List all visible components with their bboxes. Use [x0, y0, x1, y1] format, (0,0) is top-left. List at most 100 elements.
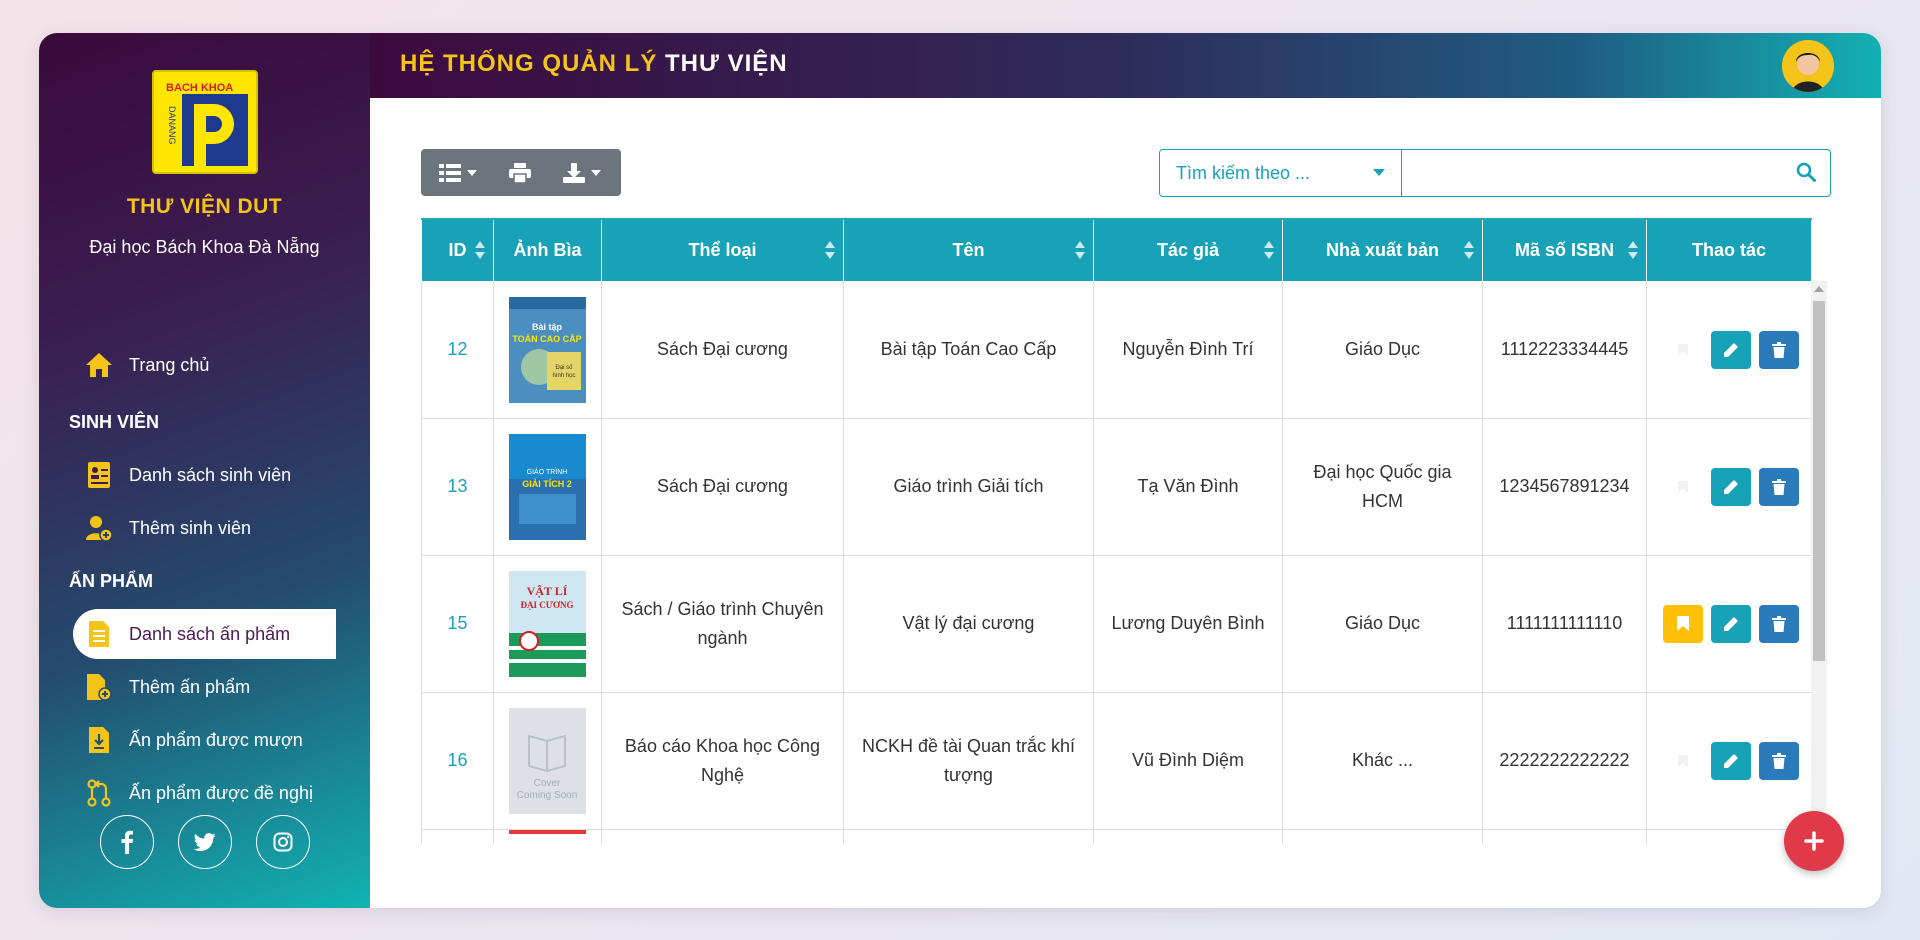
cell-cover: VẬT LÍ ĐẠI CƯƠNG [493, 554, 602, 693]
cell-isbn: 1111111111110 [1482, 554, 1647, 693]
instagram-icon [273, 832, 293, 852]
twitter-button[interactable] [178, 815, 232, 869]
scroll-thumb[interactable] [1813, 301, 1825, 661]
svg-text:hình học: hình học [552, 373, 575, 379]
col-header-name[interactable]: Tên [843, 218, 1094, 282]
nav-borrowed[interactable]: Ấn phẩm được mượn [73, 715, 336, 765]
book-cover-image[interactable]: Cover Coming Soon [509, 707, 586, 814]
cell-category [601, 828, 844, 844]
delete-button[interactable] [1759, 604, 1799, 643]
chevron-down-icon [591, 169, 601, 176]
search-select-label: Tìm kiếm theo ... [1176, 162, 1311, 183]
add-user-icon [85, 514, 113, 542]
caret-down-icon [1373, 169, 1385, 176]
bookmark-button[interactable] [1663, 468, 1703, 506]
table-header-row: ID Ảnh Bìa Thể loại Tên Tác giả Nhà xuất… [421, 218, 1812, 282]
nav-home[interactable]: Trang chủ [73, 340, 336, 390]
cell-publisher [1282, 828, 1483, 844]
book-cover-image[interactable]: Bài tập TOÁN CAO CẤP Đại số hình học [509, 296, 586, 403]
university-logo[interactable]: BACH KHOA DANANG [152, 70, 258, 174]
delete-button[interactable] [1759, 330, 1799, 369]
search-icon[interactable] [1796, 162, 1816, 182]
cell-category: Sách Đại cương [601, 417, 844, 556]
cell-publisher: Giáo Dục [1282, 554, 1483, 693]
nav-publication-list[interactable]: Danh sách ấn phẩm [73, 609, 336, 659]
sort-icon [1628, 241, 1638, 259]
bookmark-button[interactable] [1663, 331, 1703, 369]
cell-author [1093, 828, 1283, 844]
sort-icon [825, 241, 835, 259]
svg-text:BACH KHOA: BACH KHOA [166, 82, 233, 94]
cell-author: Nguyễn Đình Trí [1093, 280, 1283, 419]
svg-text:Bài tập: Bài tập [532, 322, 563, 332]
scroll-up-icon[interactable] [1814, 286, 1824, 292]
cell-category: Sách / Giáo trình Chuyên ngành [601, 554, 844, 693]
col-header-publisher[interactable]: Nhà xuất bản [1282, 218, 1483, 282]
title-part-1: HỆ THỐNG QUẢN LÝ [400, 50, 658, 77]
col-header-category[interactable]: Thể loại [601, 218, 844, 282]
sort-icon [1075, 241, 1085, 259]
search-input[interactable] [1410, 158, 1770, 188]
cell-name: Giáo trình Giải tích [843, 417, 1094, 556]
user-avatar[interactable] [1782, 40, 1834, 92]
section-students-title: SINH VIÊN [69, 412, 160, 432]
book-cover-image[interactable]: GIÁO TRÌNH GIẢI TÍCH 2 [509, 433, 586, 540]
svg-text:DANANG: DANANG [167, 106, 177, 145]
instagram-button[interactable] [256, 815, 310, 869]
nav-student-list[interactable]: Danh sách sinh viên [73, 450, 336, 500]
export-button[interactable] [545, 149, 619, 196]
cell-category: Báo cáo Khoa học Công Nghệ [601, 691, 844, 830]
books-table-container: ID Ảnh Bìa Thể loại Tên Tác giả Nhà xuất… [421, 218, 1831, 844]
svg-text:ĐẠI CƯƠNG: ĐẠI CƯƠNG [521, 600, 574, 610]
delete-button[interactable] [1759, 467, 1799, 506]
print-button[interactable] [495, 149, 545, 196]
columns-toggle-button[interactable] [421, 149, 495, 196]
col-id-label: ID [448, 239, 467, 260]
bookmark-button[interactable] [1663, 604, 1703, 643]
table-scrollbar[interactable] [1811, 281, 1827, 811]
cell-author: Tạ Văn Đình [1093, 417, 1283, 556]
download-file-icon [85, 726, 113, 754]
edit-button[interactable] [1711, 467, 1751, 506]
cell-author: Vũ Đình Diệm [1093, 691, 1283, 830]
pencil-icon [1724, 342, 1738, 357]
cell-category: Sách Đại cương [601, 280, 844, 419]
nav-suggested[interactable]: Ấn phẩm được đề nghị [73, 768, 336, 818]
book-cover-icon: Cover Coming Soon [509, 707, 586, 814]
bookmark-button[interactable] [1663, 742, 1703, 780]
bookmark-icon [1678, 754, 1688, 767]
app-window: BACH KHOA DANANG THƯ VIỆN DUT Đại học Bá… [39, 33, 1881, 908]
cell-name: Bài tập Toán Cao Cấp [843, 280, 1094, 419]
book-cover-image[interactable]: VẬT LÍ ĐẠI CƯƠNG [509, 570, 586, 677]
list-view-icon [439, 163, 461, 182]
avatar-icon [1782, 40, 1834, 92]
bookmark-icon [1678, 480, 1688, 493]
facebook-button[interactable] [100, 815, 154, 869]
col-header-id[interactable]: ID [421, 218, 494, 282]
nav-add-publication[interactable]: Thêm ấn phẩm [73, 662, 336, 712]
trash-icon [1772, 615, 1786, 632]
search-box [1401, 149, 1831, 197]
col-header-isbn[interactable]: Mã số ISBN [1482, 218, 1647, 282]
edit-button[interactable] [1711, 741, 1751, 780]
col-cover-label: Ảnh Bìa [513, 239, 582, 260]
svg-text:GIẢI TÍCH 2: GIẢI TÍCH 2 [522, 478, 572, 489]
edit-button[interactable] [1711, 330, 1751, 369]
col-header-author[interactable]: Tác giả [1093, 218, 1283, 282]
book-cover-image[interactable] [509, 829, 586, 834]
cell-publisher: Giáo Dục [1282, 280, 1483, 419]
page-title: HỆ THỐNG QUẢN LÝ THƯ VIỆN [400, 50, 788, 78]
nav-add-student[interactable]: Thêm sinh viên [73, 503, 336, 553]
col-actions-label: Thao tác [1691, 239, 1766, 260]
cell-id: 16 [421, 691, 494, 830]
edit-button[interactable] [1711, 604, 1751, 643]
download-icon [563, 162, 585, 183]
library-brand: THƯ VIỆN DUT [126, 195, 283, 218]
col-isbn-label: Mã số ISBN [1514, 239, 1615, 260]
delete-button[interactable] [1759, 741, 1799, 780]
chevron-down-icon [467, 169, 477, 176]
search-field-select[interactable]: Tìm kiếm theo ... [1159, 149, 1402, 197]
add-publication-fab[interactable] [1784, 811, 1844, 871]
svg-text:TOÁN CAO CẤP: TOÁN CAO CẤP [512, 334, 581, 344]
nav-add-publication-label: Thêm ấn phẩm [129, 676, 251, 697]
